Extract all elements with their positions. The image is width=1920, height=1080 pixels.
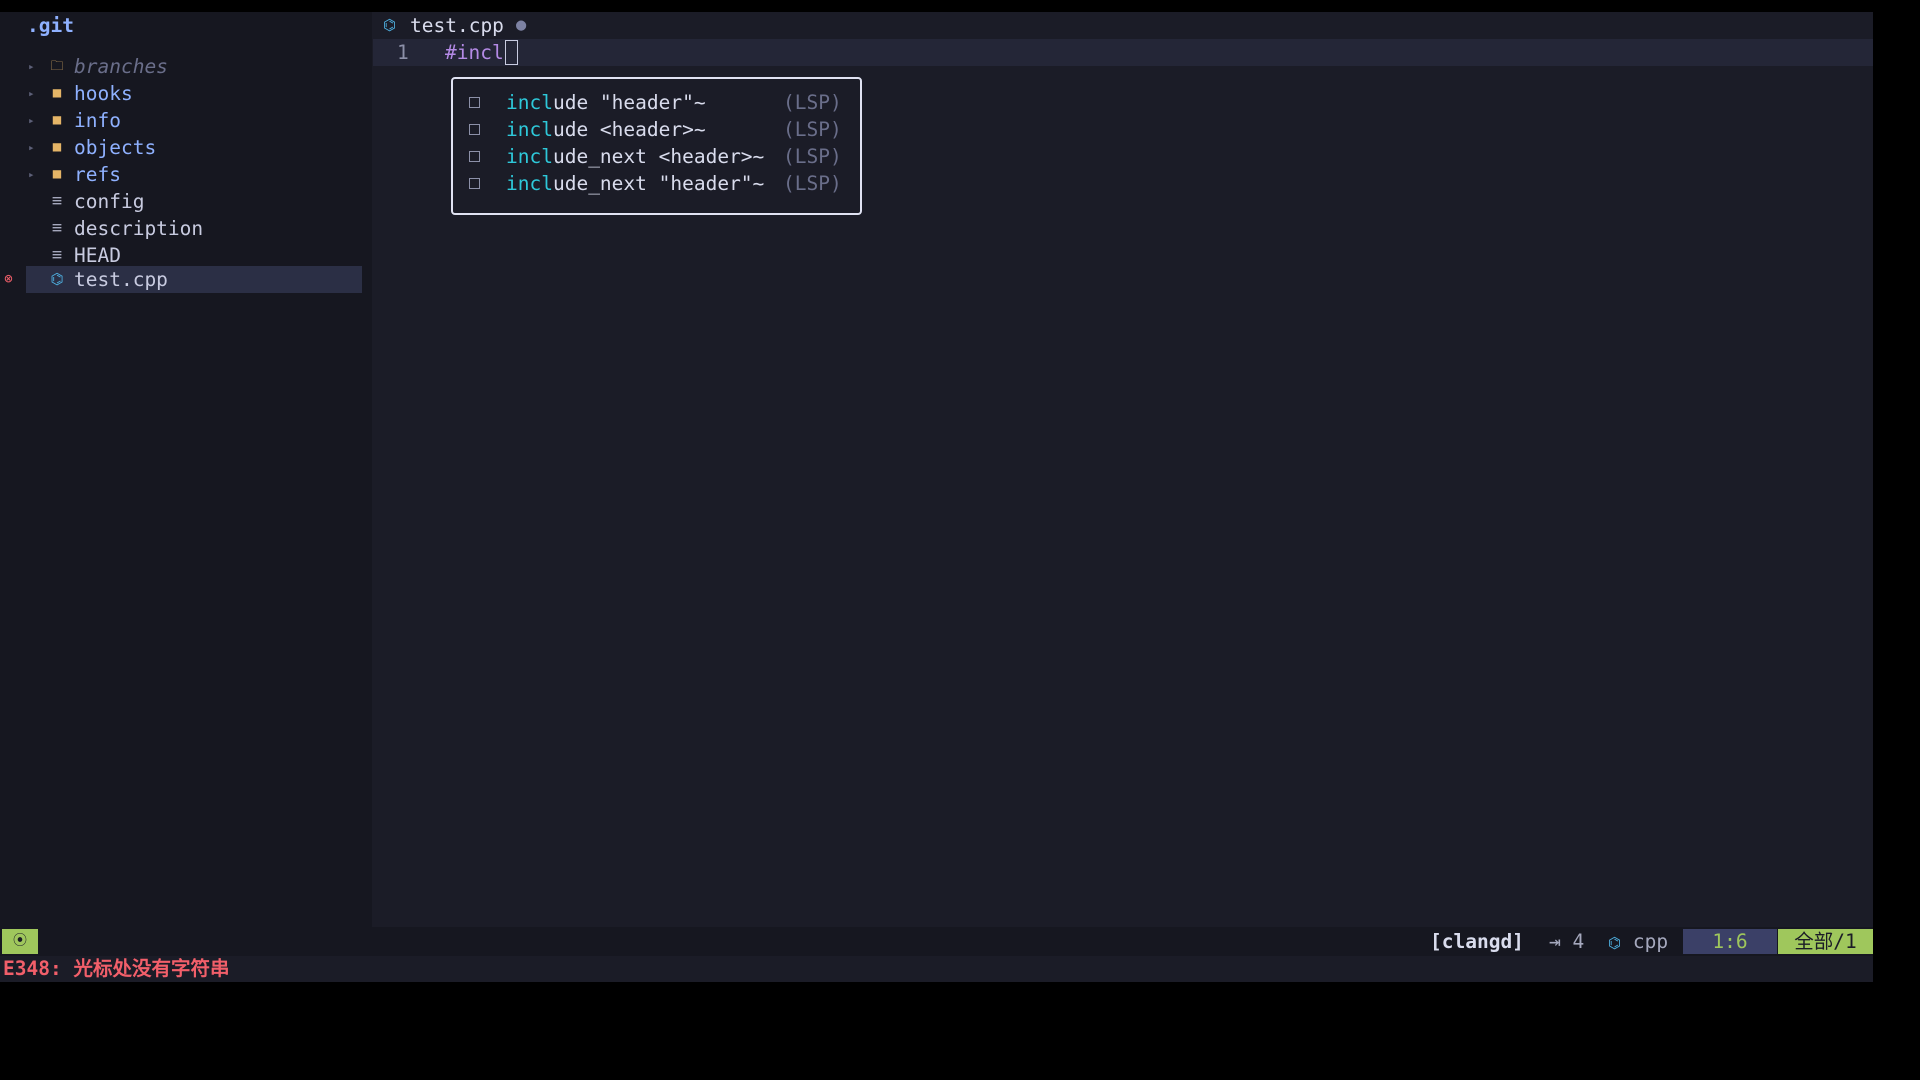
folder-icon: ■ — [52, 85, 62, 101]
modified-dot-icon: ● — [516, 15, 527, 35]
indent-indicator: ⇥ 4 — [1549, 927, 1584, 956]
command-line[interactable]: E348: 光标处没有字符串 — [0, 956, 1873, 982]
completion-label: include_next <header>~ — [506, 143, 764, 170]
filetype-indicator: ⌬ cpp — [1608, 927, 1668, 956]
expand-caret-icon[interactable]: ▸ — [28, 161, 35, 188]
tree-item-label: hooks — [74, 82, 133, 105]
completion-rest: ude_next "header"~ — [552, 172, 765, 195]
completion-item[interactable]: include_next "header"~ (LSP) — [453, 170, 860, 197]
tree-item-objects[interactable]: ▸ ■ objects — [0, 134, 362, 161]
completion-match: incl — [506, 145, 553, 168]
file-explorer: .git ▸ 🗀 branches ▸ ■ hooks ▸ ■ info ▸ ■… — [0, 12, 372, 927]
error-message: E348: 光标处没有字符串 — [3, 957, 230, 980]
line-number: 1 — [397, 41, 409, 64]
terminal-window: .git ▸ 🗀 branches ▸ ■ hooks ▸ ■ info ▸ ■… — [0, 12, 1873, 982]
filetype-label: cpp — [1632, 930, 1669, 953]
tree-item-hooks[interactable]: ▸ ■ hooks — [0, 80, 362, 107]
status-line: ⦿ [clangd] ⇥ 4 ⌬ cpp 1:6 全部/1 — [0, 927, 1873, 956]
scroll-percent: 全部/1 — [1778, 929, 1873, 954]
tree-item-label: refs — [74, 163, 121, 186]
completion-item[interactable]: include <header>~ (LSP) — [453, 116, 860, 143]
completion-popup: include "header"~ (LSP) include <header>… — [451, 77, 862, 215]
expand-caret-icon[interactable]: ▸ — [28, 53, 35, 80]
completion-rest: ude <header>~ — [552, 118, 706, 141]
folder-outline-icon: 🗀 — [50, 59, 64, 74]
error-diagnostic-icon: ⊗ — [4, 271, 13, 287]
folder-icon: ■ — [52, 139, 62, 155]
indent-width: 4 — [1572, 930, 1585, 953]
tree-item-label: HEAD — [74, 244, 121, 267]
completion-match: incl — [506, 91, 553, 114]
completion-source: (LSP) — [783, 91, 842, 114]
completion-match: incl — [506, 118, 553, 141]
folder-icon: ■ — [52, 112, 62, 128]
tree-item-label: info — [74, 109, 121, 132]
tree-item-test-cpp[interactable]: ⌬ test.cpp — [26, 266, 362, 293]
tab-test-cpp[interactable]: ⌬ test.cpp ● — [373, 12, 526, 39]
completion-item[interactable]: include "header"~ (LSP) — [453, 89, 860, 116]
file-lines-icon: ≡ — [51, 218, 63, 238]
completion-rest: ude_next <header>~ — [552, 145, 765, 168]
code-line[interactable]: #incl — [445, 39, 518, 66]
snippet-kind-icon — [469, 124, 480, 135]
tree-item-info[interactable]: ▸ ■ info — [0, 107, 362, 134]
tree-item-label: branches — [74, 55, 168, 78]
explorer-root-label[interactable]: .git — [27, 12, 74, 39]
text-cursor — [504, 40, 518, 65]
snippet-kind-icon — [469, 97, 480, 108]
completion-match: incl — [506, 172, 553, 195]
file-lines-icon: ≡ — [51, 245, 63, 265]
tree-item-label: config — [74, 190, 145, 213]
tree-item-label: test.cpp — [74, 268, 168, 291]
completion-label: include <header>~ — [506, 116, 706, 143]
completion-source: (LSP) — [783, 145, 842, 168]
tab-label: test.cpp — [410, 14, 504, 37]
cursor-position: 1:6 — [1683, 929, 1777, 954]
cursor-line-highlight — [373, 39, 1873, 66]
snippet-kind-icon — [469, 178, 480, 189]
snippet-kind-icon — [469, 151, 480, 162]
code-text: #incl — [445, 41, 504, 64]
completion-source: (LSP) — [783, 118, 842, 141]
tab-indent-icon: ⇥ — [1549, 930, 1561, 953]
cpp-file-icon: ⌬ — [50, 270, 64, 288]
mode-indicator-icon: ⦿ — [2, 929, 38, 954]
cpp-file-icon: ⌬ — [1608, 934, 1622, 952]
tree-item-refs[interactable]: ▸ ■ refs — [0, 161, 362, 188]
completion-label: include "header"~ — [506, 89, 706, 116]
completion-item[interactable]: include_next <header>~ (LSP) — [453, 143, 860, 170]
tree-item-head[interactable]: ≡ HEAD — [0, 242, 362, 269]
tree-item-config[interactable]: ≡ config — [0, 188, 362, 215]
cpp-file-icon: ⌬ — [383, 16, 397, 34]
expand-caret-icon[interactable]: ▸ — [28, 107, 35, 134]
folder-icon: ■ — [52, 166, 62, 182]
expand-caret-icon[interactable]: ▸ — [28, 80, 35, 107]
completion-rest: ude "header"~ — [552, 91, 706, 114]
tree-item-description[interactable]: ≡ description — [0, 215, 362, 242]
expand-caret-icon[interactable]: ▸ — [28, 134, 35, 161]
tree-item-branches[interactable]: ▸ 🗀 branches — [0, 53, 362, 80]
tree-item-label: description — [74, 217, 204, 240]
tree-item-label: objects — [74, 136, 157, 159]
file-lines-icon: ≡ — [51, 191, 63, 211]
completion-source: (LSP) — [783, 172, 842, 195]
completion-label: include_next "header"~ — [506, 170, 764, 197]
lsp-status: [clangd] — [1430, 930, 1524, 953]
